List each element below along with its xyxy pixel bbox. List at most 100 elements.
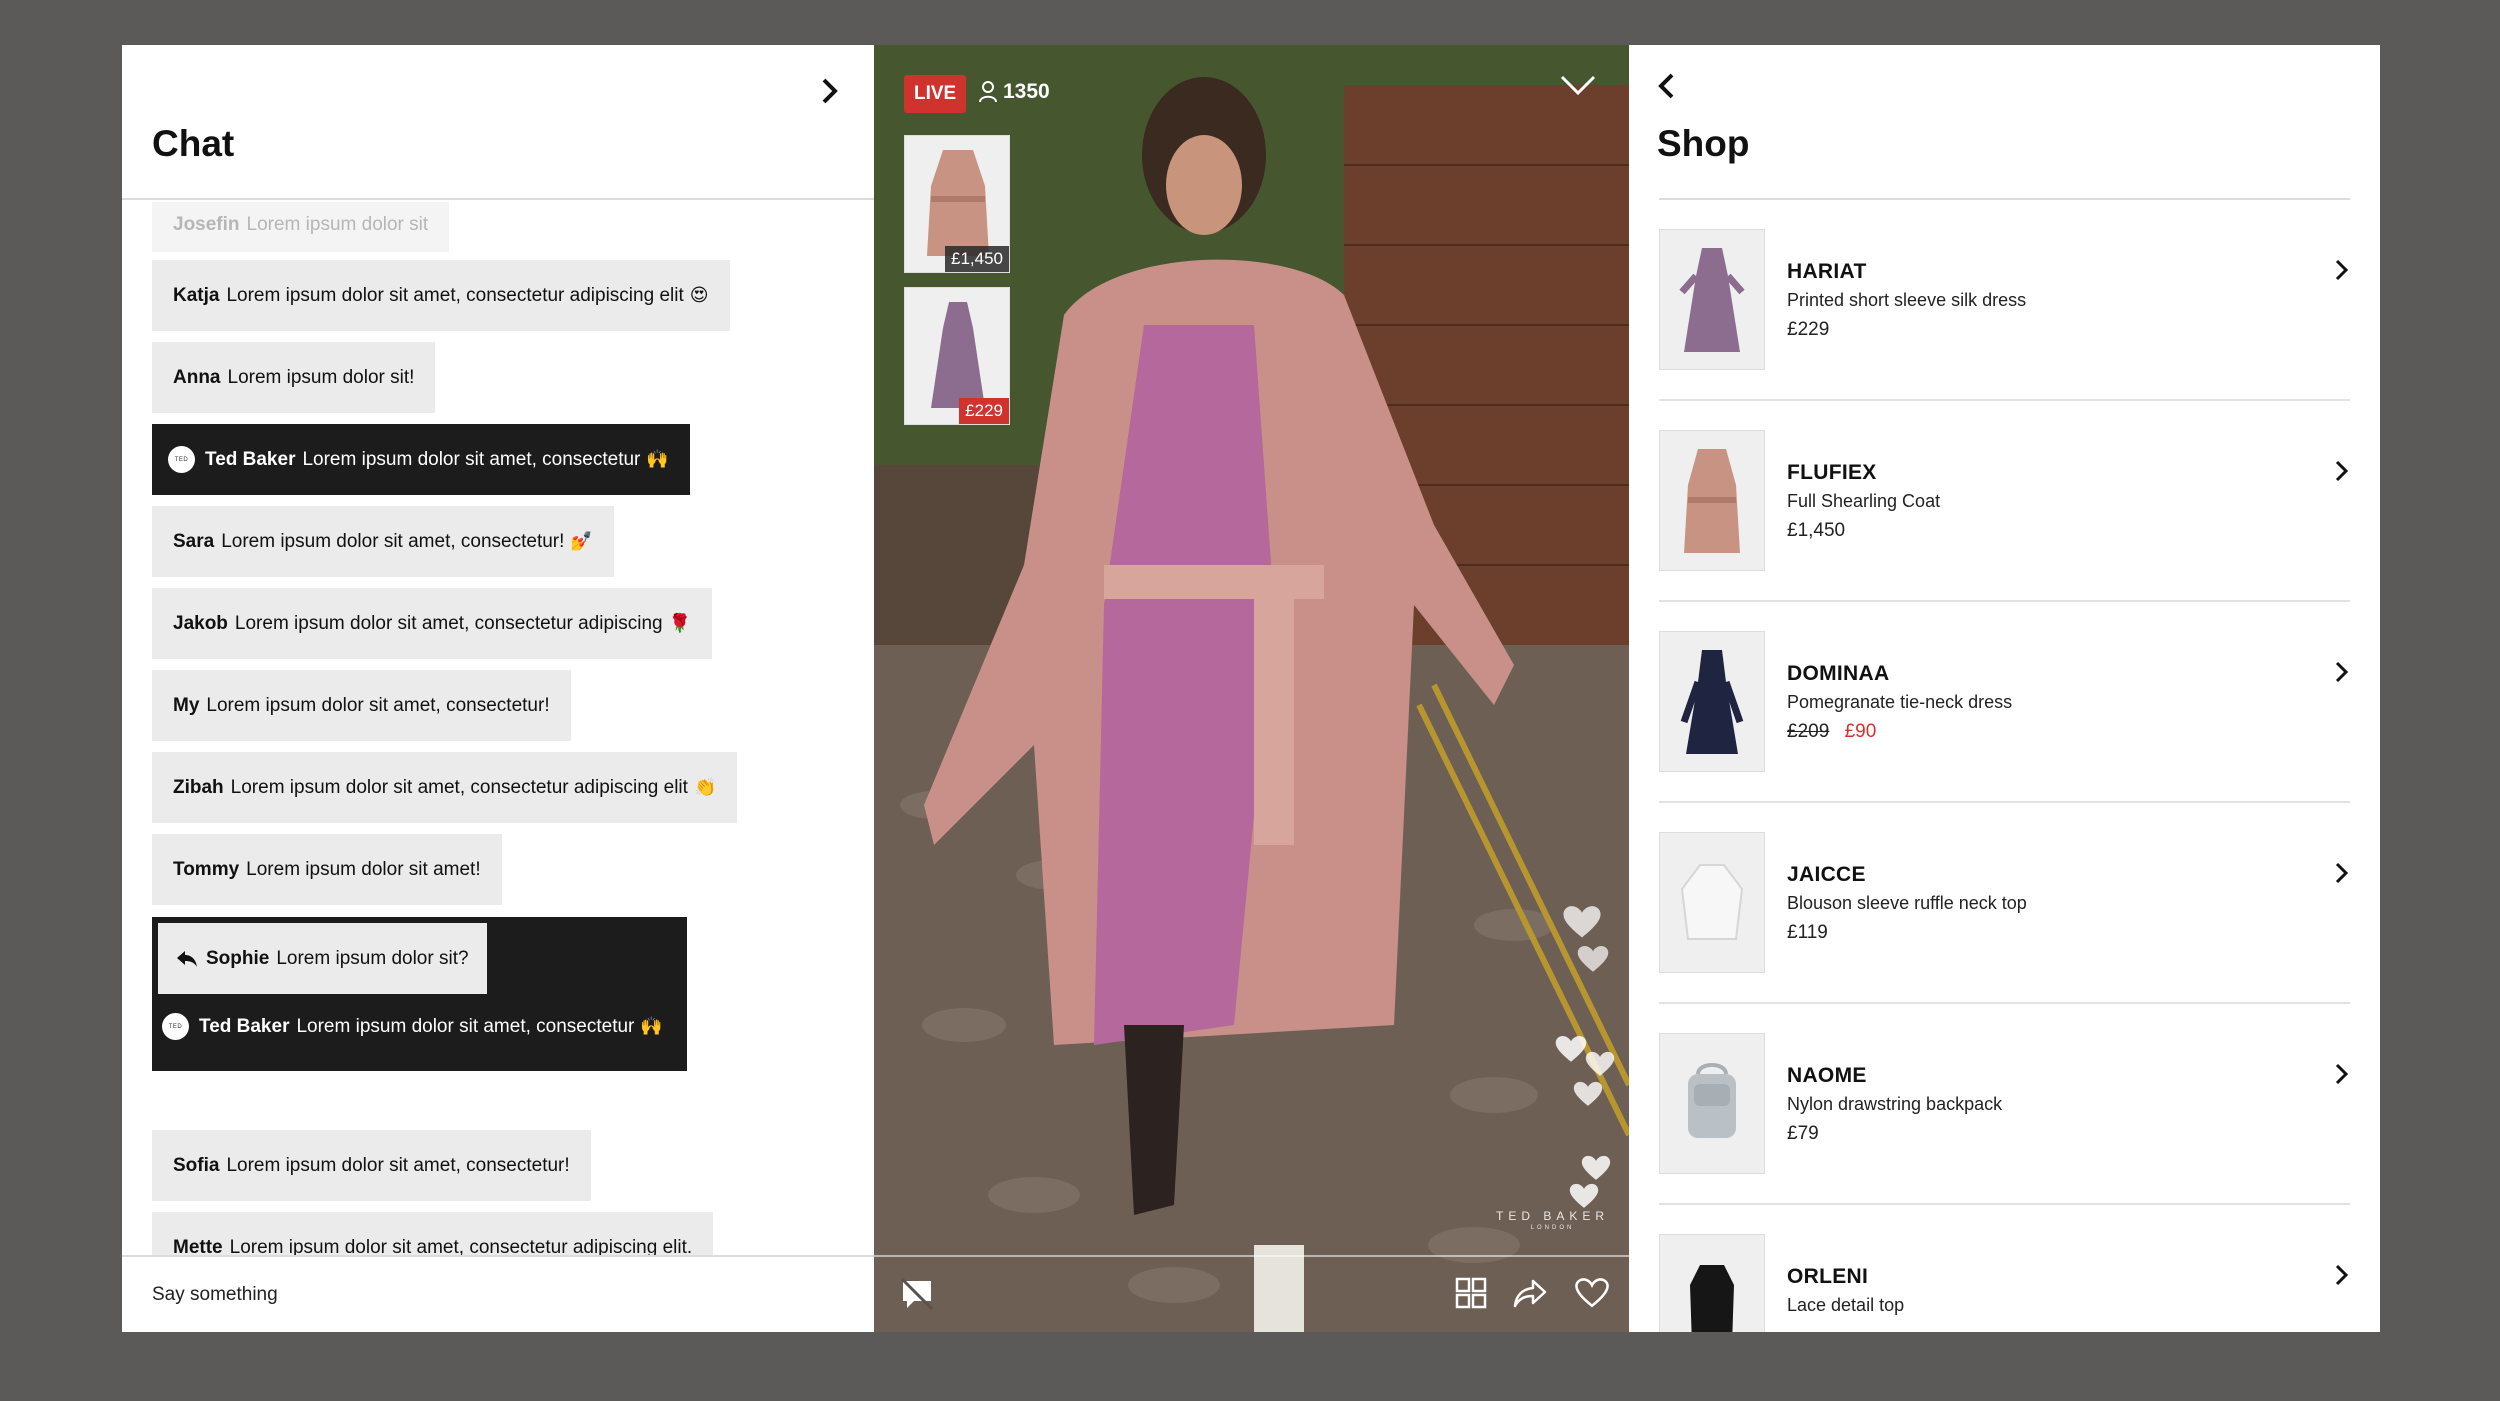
product-thumbnail	[1659, 1234, 1765, 1332]
minimize-video-button[interactable]	[1559, 73, 1597, 102]
brand-avatar-icon: TED	[162, 1013, 189, 1040]
chat-message: Tommy Lorem ipsum dolor sit amet!	[152, 834, 502, 905]
message-text: Lorem ipsum dolor sit amet, consectetur …	[234, 612, 663, 634]
message-user: Mette	[173, 1236, 223, 1256]
product-name: NAOME	[1787, 1064, 1867, 1087]
sale-price: £90	[1844, 721, 1877, 742]
chat-message-list[interactable]: Josefin Lorem ipsum dolor sit Katja Lore…	[122, 202, 874, 1255]
live-shopping-window: Chat Josefin Lorem ipsum dolor sit Katja…	[122, 45, 2380, 1332]
quoted-message: Sophie Lorem ipsum dolor sit?	[158, 923, 487, 994]
chat-toggle-off-icon[interactable]	[900, 1277, 934, 1311]
message-user: Ted Baker	[199, 1015, 290, 1037]
product-row[interactable]: JAICCE Blouson sleeve ruffle neck top £1…	[1659, 803, 2350, 1004]
product-name: ORLENI	[1787, 1265, 1869, 1288]
message-text: Lorem ipsum dolor sit amet, consectetur!	[206, 694, 550, 716]
chat-message: Jakob Lorem ipsum dolor sit amet, consec…	[152, 588, 713, 659]
dark-dress-icon	[1680, 649, 1744, 754]
chat-message: My Lorem ipsum dolor sit amet, consectet…	[152, 670, 571, 741]
shop-title: Shop	[1657, 123, 1750, 164]
product-price: £119	[1787, 922, 1828, 943]
featured-product-coat[interactable]: £1,450	[904, 135, 1010, 273]
product-name: FLUFIEX	[1787, 461, 1877, 484]
message-user: Jakob	[173, 612, 228, 634]
floating-heart-icon	[1581, 1155, 1611, 1180]
product-price: £1,450	[1787, 520, 1846, 541]
chat-message: Sara Lorem ipsum dolor sit amet, consect…	[152, 506, 614, 577]
brand-watermark-sub: LONDON	[1530, 1225, 1575, 1231]
product-description: Nylon drawstring backpack	[1787, 1094, 2003, 1114]
blouse-icon	[1680, 863, 1744, 940]
reply-body: TED Ted Baker Lorem ipsum dolor sit amet…	[162, 1013, 663, 1040]
top-icon	[1690, 1264, 1734, 1332]
brand-reply-message: Sophie Lorem ipsum dolor sit? TED Ted Ba…	[152, 917, 687, 1071]
product-price: £209 £90	[1787, 721, 1876, 743]
chat-input-field[interactable]: Say something	[122, 1255, 874, 1332]
video-control-bar	[874, 1255, 1629, 1332]
reply-arrow-icon	[177, 950, 197, 967]
raised-hands-emoji-icon: 🙌	[646, 449, 669, 469]
quoted-text: Lorem ipsum dolor sit?	[276, 947, 469, 969]
message-text: Lorem ipsum dolor sit amet, consectetur …	[229, 1236, 693, 1256]
viewer-count: 1350	[979, 80, 1050, 104]
product-description: Blouson sleeve ruffle neck top	[1787, 893, 2027, 913]
product-description: Printed short sleeve silk dress	[1787, 290, 2027, 310]
floating-heart-icon	[1555, 1035, 1587, 1062]
live-badge: LIVE	[904, 75, 967, 113]
nail-polish-emoji-icon: 💅	[570, 531, 593, 551]
message-user: Ted Baker	[205, 448, 296, 470]
message-text: Lorem ipsum dolor sit amet, consectetur …	[226, 284, 684, 306]
chevron-right-icon	[2335, 862, 2349, 884]
message-user: Sara	[173, 530, 215, 552]
chat-message: Zibah Lorem ipsum dolor sit amet, consec…	[152, 752, 738, 823]
collapse-chat-button[interactable]	[810, 71, 850, 111]
raised-hands-emoji-icon: 🙌	[640, 1016, 663, 1036]
product-description: Full Shearling Coat	[1787, 491, 1941, 511]
floating-heart-icon	[1563, 906, 1601, 938]
product-thumbnail	[1659, 1033, 1765, 1174]
message-user: Tommy	[173, 858, 240, 880]
back-button[interactable]	[1655, 71, 1677, 106]
product-description: Lace detail top	[1787, 1295, 1905, 1315]
quoted-user: Sophie	[206, 947, 270, 969]
message-user: My	[173, 694, 200, 716]
product-row[interactable]: ORLENI Lace detail top	[1659, 1205, 2350, 1332]
live-video-panel[interactable]: LIVE 1350 £1,450 £229 TED BAKER LONDON	[874, 45, 1629, 1332]
product-row[interactable]: NAOME Nylon drawstring backpack £79	[1659, 1004, 2350, 1205]
product-name: HARIAT	[1787, 260, 1867, 283]
message-user: Zibah	[173, 776, 224, 798]
message-text: Lorem ipsum dolor sit	[246, 214, 429, 235]
message-text: Lorem ipsum dolor sit amet!	[246, 858, 481, 880]
floating-heart-icon	[1577, 945, 1609, 972]
chevron-right-icon	[2335, 1264, 2349, 1286]
chat-title: Chat	[152, 123, 235, 164]
featured-price: £1,450	[945, 246, 1009, 272]
grid-view-icon[interactable]	[1455, 1277, 1487, 1309]
message-text: Lorem ipsum dolor sit amet, consectetur!	[226, 1154, 570, 1176]
message-user: Josefin	[173, 214, 240, 235]
heart-like-icon[interactable]	[1575, 1277, 1609, 1309]
original-price: £209	[1787, 721, 1830, 742]
chat-header: Chat	[122, 45, 874, 200]
brand-avatar-icon: TED	[168, 446, 195, 473]
featured-price: £229	[959, 398, 1009, 424]
dress-icon	[1679, 247, 1745, 352]
message-text: Lorem ipsum dolor sit amet, consectetur	[302, 448, 641, 470]
product-row[interactable]: FLUFIEX Full Shearling Coat £1,450	[1659, 401, 2350, 602]
chat-message: Mette Lorem ipsum dolor sit amet, consec…	[152, 1212, 714, 1256]
featured-product-dress[interactable]: £229	[904, 287, 1010, 425]
brand-watermark-text: TED BAKER	[1495, 1209, 1609, 1223]
chat-panel: Chat Josefin Lorem ipsum dolor sit Katja…	[122, 45, 874, 1332]
clapping-emoji-icon: 👏	[693, 777, 717, 797]
share-icon[interactable]	[1513, 1277, 1547, 1309]
user-icon	[979, 81, 997, 103]
message-text: Lorem ipsum dolor sit amet, consectetur	[296, 1015, 635, 1037]
message-text: Lorem ipsum dolor sit!	[227, 366, 415, 388]
product-row[interactable]: HARIAT Printed short sleeve silk dress £…	[1659, 200, 2350, 401]
product-price: £79	[1787, 1123, 1819, 1144]
heart-eyes-emoji-icon: 😍	[689, 285, 709, 305]
chevron-right-icon	[2335, 1063, 2349, 1085]
chat-message: Josefin Lorem ipsum dolor sit	[152, 202, 450, 252]
coat-icon	[1684, 448, 1740, 553]
product-row[interactable]: DOMINAA Pomegranate tie-neck dress £209 …	[1659, 602, 2350, 803]
rose-emoji-icon: 🌹	[668, 613, 692, 633]
